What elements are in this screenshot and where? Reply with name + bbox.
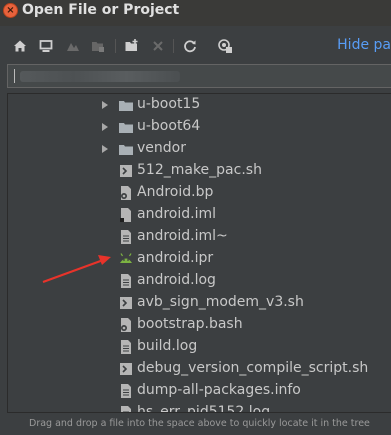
tree-item-label: android.log	[137, 272, 216, 288]
tree-item-label: android.iml	[137, 206, 216, 222]
redacted-path	[20, 71, 180, 82]
shell-script-icon	[120, 363, 132, 375]
tree-item[interactable]: u-boot15	[8, 94, 391, 116]
tree-item-label: avb_sign_modem_v3.sh	[137, 294, 304, 310]
folder-icon	[119, 123, 133, 133]
toolbar-separator	[115, 39, 116, 53]
tree-item-label: Android.bp	[137, 184, 214, 200]
toolbar-separator	[173, 39, 174, 53]
text-caret	[14, 69, 15, 83]
config-file-icon	[121, 318, 131, 332]
tree-item-label: bootstrap.bash	[137, 316, 243, 332]
tree-item-label: u-boot15	[137, 96, 201, 112]
new-folder-icon[interactable]	[124, 38, 140, 54]
desktop-icon[interactable]	[38, 38, 54, 54]
home-icon[interactable]	[12, 38, 28, 54]
close-window-button[interactable]: ×	[3, 3, 18, 18]
tree-item[interactable]: u-boot64	[8, 116, 391, 138]
status-bar: Drag and drop a file into the space abov…	[0, 415, 391, 435]
toolbar: Hide pa	[0, 30, 391, 62]
config-file-icon	[121, 186, 131, 200]
tree-item-label: android.iml~	[137, 228, 228, 244]
tree-item[interactable]: bootstrap.bash	[8, 314, 391, 336]
tree-item[interactable]: android.ipr	[8, 248, 391, 270]
tree-item-label: 512_make_pac.sh	[137, 162, 262, 178]
text-file-icon	[121, 406, 131, 412]
tree-item[interactable]: debug_version_compile_script.sh	[8, 358, 391, 380]
tree-item-label: build.log	[137, 338, 198, 354]
tree-item[interactable]: dump-all-packages.info	[8, 380, 391, 402]
project-icon	[67, 43, 79, 51]
module-icon	[92, 42, 104, 52]
path-input[interactable]	[7, 64, 391, 88]
show-hidden-icon[interactable]	[217, 38, 233, 54]
tree-item[interactable]: vendor	[8, 138, 391, 160]
module-file-icon	[120, 208, 131, 222]
expand-arrow-icon[interactable]	[102, 123, 108, 131]
text-file-icon	[121, 230, 131, 244]
tree-item[interactable]: build.log	[8, 336, 391, 358]
tree-item[interactable]: android.iml~	[8, 226, 391, 248]
tree-item-label: android.ipr	[137, 250, 214, 266]
tree-item[interactable]: Android.bp	[8, 182, 391, 204]
android-project-icon	[120, 253, 132, 263]
text-file-icon	[121, 274, 131, 288]
tree-item[interactable]: android.iml	[8, 204, 391, 226]
tree-item[interactable]: 512_make_pac.sh	[8, 160, 391, 182]
window-title: Open File or Project	[22, 2, 180, 18]
tree-item-label: u-boot64	[137, 118, 201, 134]
tree-item[interactable]: avb_sign_modem_v3.sh	[8, 292, 391, 314]
delete-icon	[153, 41, 163, 51]
folder-icon	[119, 101, 133, 111]
expand-arrow-icon[interactable]	[102, 145, 108, 153]
folder-icon	[119, 145, 133, 155]
hide-path-link[interactable]: Hide pa	[337, 37, 391, 53]
drag-drop-hint: Drag and drop a file into the space abov…	[29, 418, 370, 429]
shell-script-icon	[120, 297, 132, 309]
shell-script-icon	[120, 165, 132, 177]
tree-item-label: hs_err_pid5152.log	[137, 404, 271, 413]
tree-item-label: vendor	[137, 140, 186, 156]
expand-arrow-icon[interactable]	[102, 101, 108, 109]
text-file-icon	[121, 340, 131, 354]
tree-item[interactable]: hs_err_pid5152.log	[8, 402, 391, 413]
refresh-icon[interactable]	[182, 38, 198, 54]
text-file-icon	[121, 384, 131, 398]
title-bar: × Open File or Project	[0, 0, 391, 26]
tree-item-label: debug_version_compile_script.sh	[137, 360, 369, 376]
tree-item-label: dump-all-packages.info	[137, 382, 301, 398]
file-tree[interactable]: u-boot15 u-boot64 vendor 512_make_pac.sh And…	[7, 93, 391, 413]
tree-item[interactable]: android.log	[8, 270, 391, 292]
